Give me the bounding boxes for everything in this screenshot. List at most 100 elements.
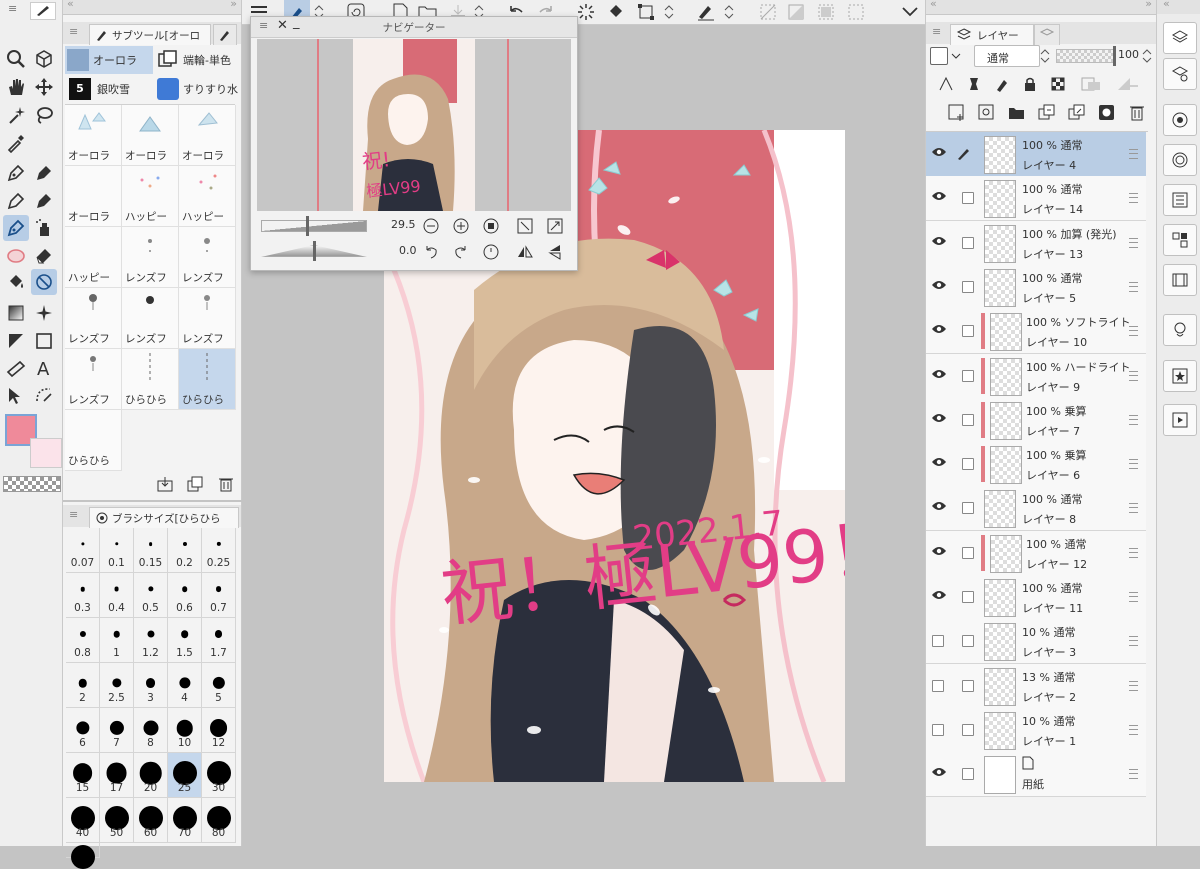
delete-subtool-icon[interactable]	[218, 476, 234, 492]
layer-row[interactable]: 100 % 乗算 レイヤー 6	[926, 442, 1146, 488]
blend-tool-icon[interactable]	[3, 242, 29, 268]
actual-size-icon[interactable]	[547, 218, 563, 234]
eye-icon[interactable]	[931, 500, 947, 512]
layer-row[interactable]: 100 % ハードライト レイヤー 9	[926, 353, 1146, 399]
brush-size-cell[interactable]: 0.1	[100, 528, 134, 573]
panel-menu-icon[interactable]: ≡	[932, 25, 941, 38]
brush-size-cell[interactable]: 0.8	[66, 618, 100, 663]
search-icon[interactable]	[1163, 314, 1197, 346]
brush-cell[interactable]: オーロラ	[179, 105, 236, 166]
layer-row[interactable]: 100 % ソフトライト レイヤー 10	[926, 309, 1146, 355]
ruler-tool-icon[interactable]	[3, 355, 29, 381]
color-set-icon[interactable]	[1163, 184, 1197, 216]
layer-row[interactable]: 100 % 通常 レイヤー 11	[926, 575, 1146, 620]
brush-size-cell[interactable]: 0.07	[66, 528, 100, 573]
clear-icon[interactable]	[814, 0, 838, 24]
visibility-checkbox[interactable]	[932, 635, 944, 648]
brush-cell[interactable]: レンズフ	[65, 288, 122, 349]
brush-size-cell[interactable]: 0.6	[168, 573, 202, 618]
drag-handle[interactable]	[1129, 680, 1138, 691]
copy-subtool-icon[interactable]	[187, 476, 203, 492]
rotate-left-icon[interactable]	[423, 244, 439, 260]
brush-size-cell[interactable]: 0.3	[66, 573, 100, 618]
rotation-slider-thumb[interactable]	[313, 241, 316, 261]
zoom-out-icon[interactable]	[423, 218, 439, 234]
layer-row[interactable]: 100 % 通常 レイヤー 5	[926, 264, 1146, 310]
brush-cell[interactable]: オーロラ	[65, 166, 122, 227]
mask-enable-icon[interactable]	[1080, 76, 1102, 92]
decoration-tool-icon[interactable]	[3, 215, 29, 241]
brush-cell[interactable]: ハッピー	[179, 166, 236, 227]
transform-icon[interactable]	[634, 0, 658, 24]
deselect-icon[interactable]	[756, 0, 780, 24]
layer-row[interactable]: 100 % 通常 レイヤー 12	[926, 530, 1146, 576]
brush-size-cell[interactable]: 20	[134, 753, 168, 798]
lock-checkbox[interactable]	[962, 325, 974, 338]
menu-icon[interactable]: ≡	[8, 2, 17, 15]
new-raster-layer-icon[interactable]	[948, 104, 966, 122]
lock-checkbox[interactable]	[962, 768, 974, 781]
drag-handle[interactable]	[1129, 636, 1138, 647]
brush-size-cell[interactable]: 1.5	[168, 618, 202, 663]
group-tab-aurora[interactable]: オーロラ	[65, 46, 153, 74]
drag-handle[interactable]	[1129, 326, 1138, 337]
brush-size-cell[interactable]: 3	[134, 663, 168, 708]
layer-row[interactable]: 用紙	[926, 752, 1146, 798]
lock-checkbox[interactable]	[962, 502, 974, 515]
drag-handle[interactable]	[1129, 769, 1138, 780]
lock-icon[interactable]	[1022, 76, 1038, 92]
pen-tool-icon[interactable]	[3, 160, 29, 186]
brush-size-cell[interactable]: 1	[100, 618, 134, 663]
opacity-slider-thumb[interactable]	[1113, 46, 1116, 66]
eye-icon[interactable]	[931, 235, 947, 247]
brush-cell[interactable]: レンズフ	[65, 349, 122, 410]
flip-vertical-icon[interactable]	[547, 244, 563, 260]
eye-icon[interactable]	[931, 412, 947, 424]
brush-size-cell[interactable]: 1.2	[134, 618, 168, 663]
layer-row[interactable]: 10 % 通常 レイヤー 3	[926, 619, 1146, 665]
brush-size-cell[interactable]: 2	[66, 663, 100, 708]
brush-size-cell[interactable]: 4	[168, 663, 202, 708]
gradient-tool-icon[interactable]	[3, 300, 29, 326]
new-vector-layer-icon[interactable]	[978, 104, 996, 122]
drag-handle[interactable]	[1129, 370, 1138, 381]
brush-size-cell[interactable]: 5	[202, 663, 236, 708]
pencil-tool-icon[interactable]	[31, 160, 57, 186]
visibility-checkbox[interactable]	[932, 679, 944, 692]
brush-cell[interactable]: オーロラ	[122, 105, 179, 166]
drag-handle[interactable]	[1129, 547, 1138, 558]
drag-handle[interactable]	[1129, 592, 1138, 602]
brush-size-cell[interactable]: 0.5	[134, 573, 168, 618]
brush-cell-selected[interactable]: ひらひら	[179, 349, 236, 410]
brush-size-cell[interactable]: 70	[168, 798, 202, 843]
lock-checkbox[interactable]	[962, 635, 974, 648]
brush-size-cell[interactable]: 60	[134, 798, 168, 843]
panel-menu-icon[interactable]: ≡	[69, 508, 78, 521]
lock-checkbox[interactable]	[962, 546, 974, 559]
brush-size-cell[interactable]: 12	[202, 708, 236, 753]
eye-icon[interactable]	[931, 545, 947, 557]
merge-layer-icon[interactable]	[1068, 104, 1086, 122]
zoom-slider-thumb[interactable]	[306, 216, 309, 236]
lock-checkbox[interactable]	[962, 723, 974, 736]
chevron-updown-icon[interactable]	[1040, 47, 1050, 65]
marker-tool-icon[interactable]	[3, 188, 29, 214]
eye-icon[interactable]	[931, 589, 947, 601]
sparkle-tool-icon[interactable]	[31, 300, 57, 326]
chevron-down-icon[interactable]	[950, 47, 964, 65]
fill-tool-icon[interactable]	[3, 269, 29, 295]
balloon-tool-icon[interactable]	[31, 382, 57, 408]
drag-handle[interactable]	[1129, 414, 1138, 425]
timeline-icon[interactable]	[1163, 264, 1197, 296]
brush-size-cell[interactable]: 15	[66, 753, 100, 798]
layer-row[interactable]: 100 % 加算 (発光) レイヤー 13	[926, 220, 1146, 266]
lock-checkbox[interactable]	[962, 458, 974, 471]
brush-size-tab[interactable]: ブラシサイズ[ひらひら	[89, 507, 239, 528]
brush-size-cell[interactable]: 1.7	[202, 618, 236, 663]
fill-bucket-icon[interactable]	[604, 0, 628, 24]
brush-size-cell[interactable]: 17	[100, 753, 134, 798]
hand-tool-icon[interactable]	[3, 74, 29, 100]
brush-size-cell[interactable]: 10	[168, 708, 202, 753]
airbrush-tool-icon[interactable]	[31, 215, 57, 241]
material-icon[interactable]	[1163, 360, 1197, 392]
